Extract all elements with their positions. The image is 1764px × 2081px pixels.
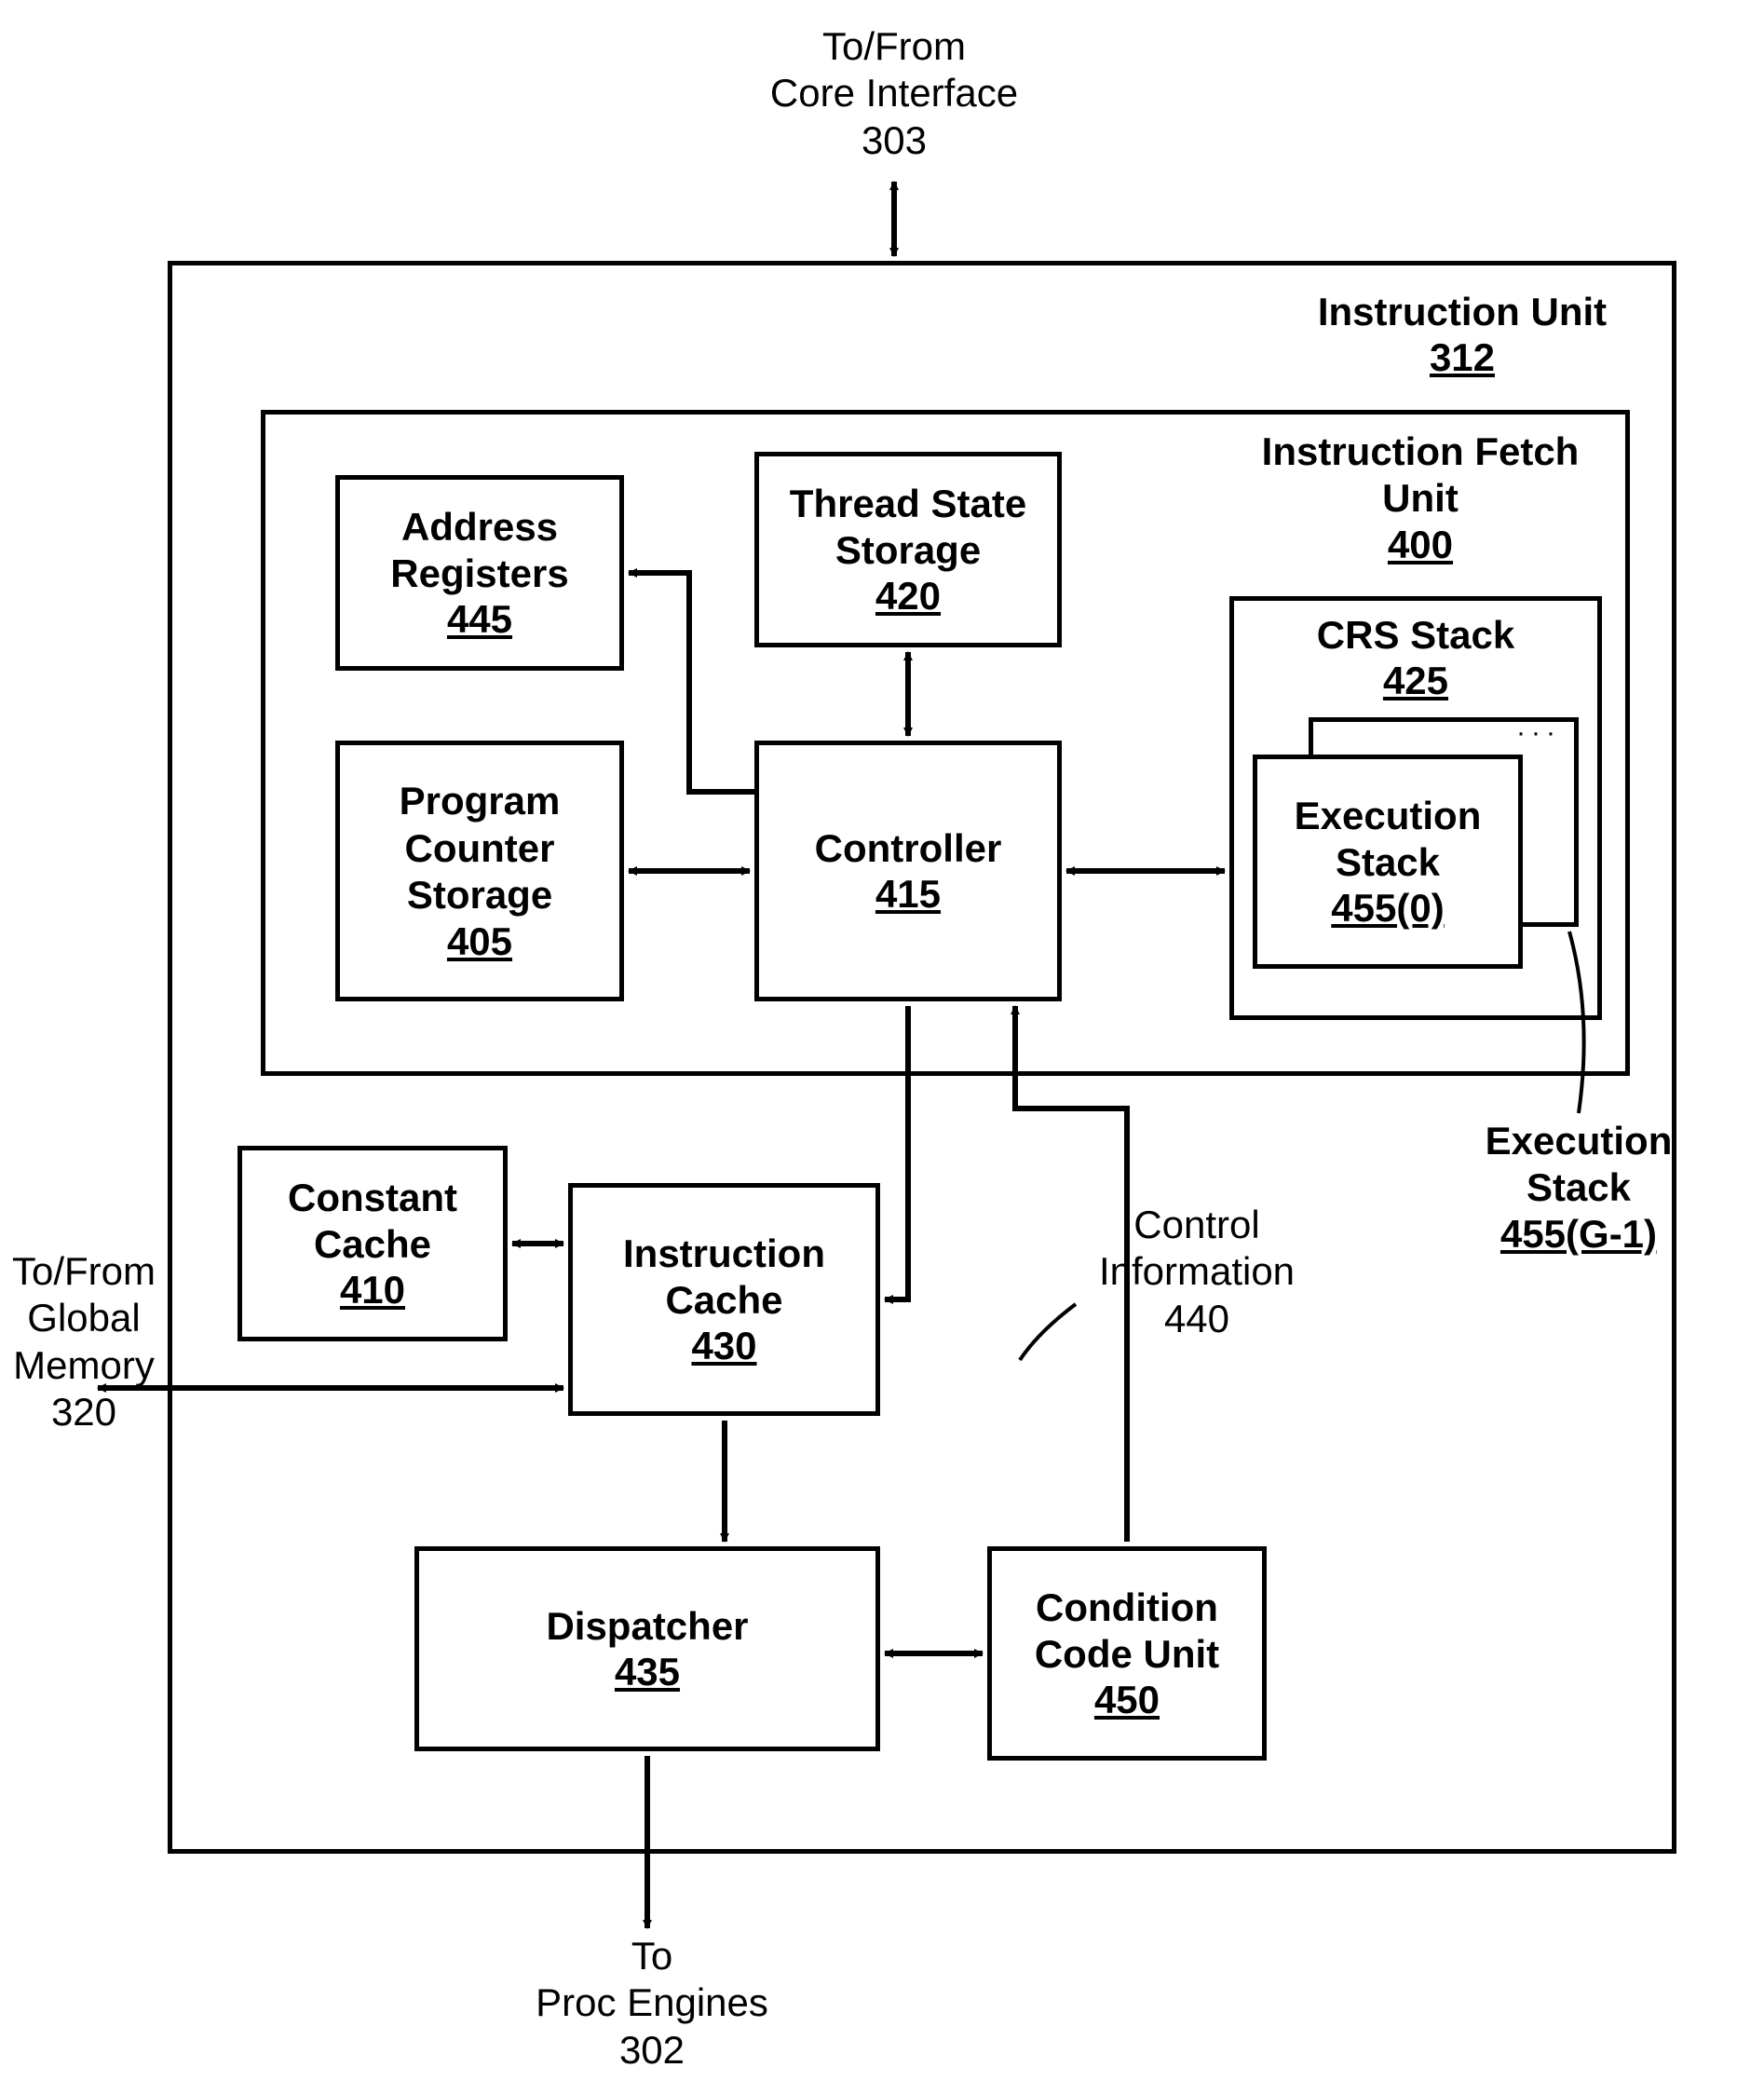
text: Instruction — [623, 1231, 825, 1277]
text: Constant — [288, 1175, 457, 1221]
text: To — [466, 1933, 838, 1979]
text: 425 — [1383, 659, 1448, 703]
text: Instruction Unit — [1285, 289, 1639, 335]
instruction-unit-label: Instruction Unit 312 — [1285, 289, 1639, 380]
text: Stack — [1425, 1164, 1732, 1211]
text: 455(0) — [1331, 886, 1444, 931]
text: 302 — [466, 2027, 838, 2074]
thread-state-box: Thread State Storage 420 — [754, 452, 1062, 647]
exec-stack-g-label: Execution Stack 455(G-1) — [1425, 1118, 1732, 1257]
program-counter-box: Program Counter Storage 405 — [335, 741, 624, 1001]
text: Execution — [1295, 793, 1482, 839]
text: Thread State — [790, 481, 1026, 527]
text: 400 — [1229, 523, 1611, 567]
text: Cache — [314, 1221, 431, 1268]
text: Counter — [405, 825, 555, 872]
text: Memory — [0, 1342, 168, 1389]
text: 410 — [340, 1268, 405, 1313]
text: CRS Stack — [1317, 612, 1514, 659]
text: Global — [0, 1295, 168, 1341]
text: 312 — [1285, 335, 1639, 380]
text: 435 — [615, 1650, 680, 1694]
top-external-label: To/From Core Interface 303 — [708, 23, 1080, 164]
text: Core Interface — [708, 70, 1080, 116]
diagram-canvas: To/From Core Interface 303 Instruction U… — [0, 0, 1764, 2081]
text: Unit — [1229, 475, 1611, 522]
text: 455(G-1) — [1425, 1212, 1732, 1257]
text: Stack — [1336, 839, 1440, 886]
text: 303 — [708, 117, 1080, 164]
text: 440 — [1062, 1296, 1332, 1342]
text: Dispatcher — [546, 1603, 748, 1650]
text: 405 — [447, 919, 512, 964]
text: Information — [1062, 1248, 1332, 1295]
text: Storage — [835, 527, 981, 574]
text: To/From — [708, 23, 1080, 70]
exec-stack-0-box: Execution Stack 455(0) — [1253, 755, 1523, 969]
constant-cache-box: Constant Cache 410 — [237, 1146, 508, 1341]
text: 445 — [447, 597, 512, 642]
ellipsis-icon: ··· — [1516, 717, 1561, 749]
text: 415 — [875, 872, 941, 917]
text: Program — [400, 778, 561, 824]
text: Address — [401, 504, 558, 551]
address-registers-box: Address Registers 445 — [335, 475, 624, 671]
text: Execution — [1425, 1118, 1732, 1164]
text: Code Unit — [1035, 1631, 1219, 1678]
text: Storage — [407, 872, 552, 918]
global-mem-label: To/From Global Memory 320 — [0, 1248, 168, 1436]
text: Proc Engines — [466, 1979, 838, 2026]
text: 450 — [1094, 1678, 1160, 1722]
text: Registers — [390, 551, 568, 597]
controller-box: Controller 415 — [754, 741, 1062, 1001]
text: 320 — [0, 1389, 168, 1435]
control-info-label: Control Information 440 — [1062, 1202, 1332, 1342]
text: 430 — [691, 1324, 756, 1368]
text: 420 — [875, 574, 941, 619]
text: Cache — [665, 1277, 782, 1324]
text: Instruction Fetch — [1229, 428, 1611, 475]
bottom-external-label: To Proc Engines 302 — [466, 1933, 838, 2074]
text: Condition — [1036, 1585, 1218, 1631]
instruction-cache-box: Instruction Cache 430 — [568, 1183, 880, 1416]
text: To/From — [0, 1248, 168, 1295]
fetch-unit-label: Instruction Fetch Unit 400 — [1229, 428, 1611, 567]
text: Control — [1062, 1202, 1332, 1248]
condition-code-box: Condition Code Unit 450 — [987, 1546, 1267, 1761]
text: Controller — [815, 825, 1002, 872]
dispatcher-box: Dispatcher 435 — [414, 1546, 880, 1751]
